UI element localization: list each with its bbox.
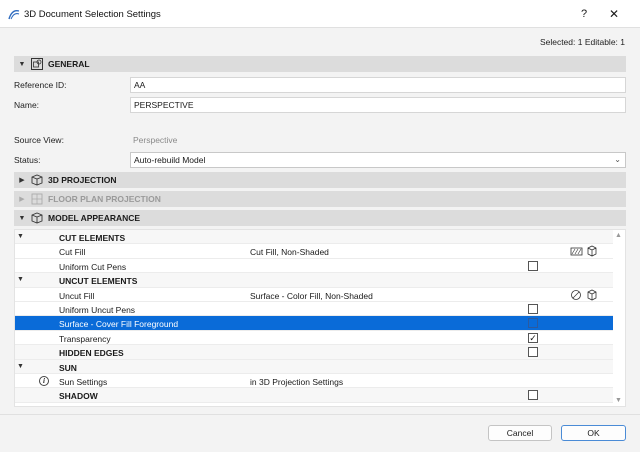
collapse-triangle-icon[interactable]: ▼ bbox=[17, 276, 24, 283]
section-model-appearance-label: MODEL APPEARANCE bbox=[48, 213, 141, 223]
grid-row-name: SHADOW bbox=[59, 391, 98, 402]
section-general[interactable]: ▼ GENERAL bbox=[14, 56, 626, 72]
source-view-value: Perspective bbox=[133, 135, 178, 145]
collapse-triangle-icon[interactable]: ▼ bbox=[14, 61, 30, 68]
collapse-triangle-icon[interactable]: ▼ bbox=[17, 363, 24, 370]
grid-row-name: Sun Settings bbox=[59, 377, 108, 387]
scroll-down-arrow-icon[interactable]: ▼ bbox=[615, 397, 622, 404]
grid-row-name: Uncut Fill bbox=[59, 290, 95, 301]
archicad-app-icon bbox=[8, 9, 20, 20]
grid-row-uniform-cut-pens[interactable]: Uniform Cut Pens bbox=[15, 259, 613, 274]
3d-projection-icon bbox=[31, 174, 43, 186]
name-input[interactable]: PERSPECTIVE bbox=[130, 97, 626, 113]
help-button[interactable]: ? bbox=[576, 6, 592, 22]
grid-row-hidden-edges[interactable]: HIDDEN EDGES bbox=[15, 345, 613, 360]
section-general-label: GENERAL bbox=[48, 59, 90, 69]
section-3d-projection[interactable]: ▶ 3D PROJECTION bbox=[14, 172, 626, 188]
status-dropdown[interactable]: Auto-rebuild Model ⌄ bbox=[130, 152, 626, 168]
footer-divider bbox=[0, 414, 640, 415]
ok-button[interactable]: OK bbox=[561, 425, 626, 441]
info-icon: i bbox=[39, 376, 49, 386]
scroll-up-arrow-icon[interactable]: ▲ bbox=[615, 232, 622, 239]
grid-row-value: Surface - Color Fill, Non-Shaded bbox=[250, 290, 373, 301]
general-settings-icon bbox=[31, 58, 43, 70]
collapse-triangle-icon[interactable]: ▼ bbox=[17, 233, 24, 240]
grid-row-uniform-uncut-pens[interactable]: Uniform Uncut Pens bbox=[15, 302, 613, 317]
surface-cover-fill-checkbox[interactable] bbox=[528, 318, 538, 329]
uncut-fill-shading-icon[interactable] bbox=[570, 289, 600, 301]
name-label: Name: bbox=[14, 100, 40, 110]
expand-triangle-icon[interactable]: ▶ bbox=[14, 176, 30, 184]
grid-row-cut-fill[interactable]: Cut Fill Cut Fill, Non-Shaded bbox=[15, 244, 613, 259]
grid-row-transparency[interactable]: Transparency ✓ bbox=[15, 331, 613, 346]
reference-id-input[interactable]: AA bbox=[130, 77, 626, 93]
grid-row-name: HIDDEN EDGES bbox=[59, 348, 124, 359]
grid-row-name: UNCUT ELEMENTS bbox=[59, 276, 138, 287]
reference-id-label: Reference ID: bbox=[14, 80, 67, 90]
grid-row-uncut-fill[interactable]: Uncut Fill Surface - Color Fill, Non-Sha… bbox=[15, 288, 613, 302]
transparency-checkbox[interactable]: ✓ bbox=[528, 332, 538, 343]
grid-row-name: Uniform Cut Pens bbox=[59, 261, 127, 272]
cut-fill-shading-icon[interactable] bbox=[570, 245, 600, 257]
grid-row-uncut-elements[interactable]: ▼ UNCUT ELEMENTS bbox=[15, 273, 613, 288]
source-view-label: Source View: bbox=[14, 135, 64, 145]
section-floor-plan-label: FLOOR PLAN PROJECTION bbox=[48, 194, 161, 204]
grid-row-surface-cover-fill[interactable]: Surface - Cover Fill Foreground bbox=[15, 316, 613, 331]
grid-row-cut-elements[interactable]: ▼ CUT ELEMENTS bbox=[15, 230, 613, 245]
expand-triangle-icon: ▶ bbox=[19, 196, 25, 203]
collapse-triangle-icon[interactable]: ▼ bbox=[14, 215, 30, 222]
chevron-down-icon: ⌄ bbox=[614, 155, 621, 164]
window-title: 3D Document Selection Settings bbox=[24, 9, 161, 20]
cancel-button[interactable]: Cancel bbox=[488, 425, 552, 441]
uniform-cut-pens-checkbox[interactable] bbox=[528, 260, 538, 271]
grid-row-name: CUT ELEMENTS bbox=[59, 233, 126, 243]
grid-row-sun-settings[interactable]: i Sun Settings in 3D Projection Settings bbox=[15, 374, 613, 389]
grid-row-shadow[interactable]: SHADOW bbox=[15, 388, 613, 403]
model-appearance-icon bbox=[31, 212, 43, 224]
floor-plan-icon bbox=[31, 193, 43, 205]
grid-row-name: Cut Fill bbox=[59, 247, 86, 258]
grid-row-sun[interactable]: ▼ SUN bbox=[15, 359, 613, 374]
grid-row-name: Uniform Uncut Pens bbox=[59, 305, 136, 315]
grid-row-name: SUN bbox=[59, 362, 77, 373]
status-label: Status: bbox=[14, 155, 41, 165]
shadow-checkbox[interactable] bbox=[528, 390, 538, 401]
section-model-appearance[interactable]: ▼ MODEL APPEARANCE bbox=[14, 210, 626, 226]
section-floor-plan-projection: ▶ FLOOR PLAN PROJECTION bbox=[14, 191, 626, 207]
title-bar: 3D Document Selection Settings ? ✕ bbox=[0, 0, 640, 28]
grid-row-name: Transparency bbox=[59, 333, 111, 344]
grid-scrollbar[interactable]: ▲ ▼ bbox=[613, 230, 625, 406]
grid-row-name: Surface - Cover Fill Foreground bbox=[59, 319, 179, 330]
model-appearance-grid: ▼ CUT ELEMENTS Cut Fill Cut Fill, Non-Sh… bbox=[14, 229, 626, 407]
hidden-edges-checkbox[interactable] bbox=[528, 347, 538, 358]
close-button[interactable]: ✕ bbox=[606, 6, 622, 22]
uniform-uncut-pens-checkbox[interactable] bbox=[528, 304, 538, 314]
grid-row-value: Cut Fill, Non-Shaded bbox=[250, 247, 329, 258]
selection-count: Selected: 1 Editable: 1 bbox=[539, 37, 625, 47]
section-3d-projection-label: 3D PROJECTION bbox=[48, 175, 117, 185]
grid-row-value: in 3D Projection Settings bbox=[250, 377, 344, 387]
status-selected-value: Auto-rebuild Model bbox=[134, 155, 206, 165]
